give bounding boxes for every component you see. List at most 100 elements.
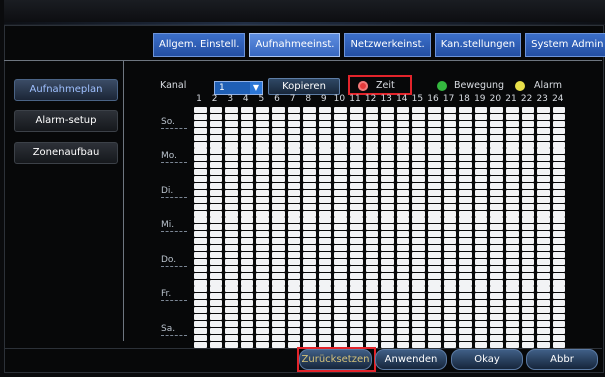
schedule-cell[interactable] (396, 196, 410, 203)
schedule-cell[interactable] (428, 189, 441, 196)
schedule-cell[interactable] (552, 127, 566, 134)
schedule-cell[interactable] (537, 113, 550, 120)
schedule-cell[interactable] (287, 293, 301, 300)
schedule-cell[interactable] (490, 176, 503, 182)
schedule-cell[interactable] (428, 196, 441, 203)
schedule-cell[interactable] (381, 127, 394, 134)
tab-network-settings[interactable]: Netzwerkeinst. (344, 33, 431, 57)
schedule-cell[interactable] (303, 210, 316, 217)
schedule-cell[interactable] (350, 231, 363, 238)
schedule-cell[interactable] (225, 162, 238, 169)
schedule-cell[interactable] (209, 245, 223, 251)
schedule-cell[interactable] (537, 286, 550, 293)
schedule-cell[interactable] (287, 327, 301, 334)
schedule-cell[interactable] (381, 307, 394, 314)
tab-channel-settings[interactable]: Kan.stellungen (434, 33, 522, 57)
schedule-cell[interactable] (256, 203, 269, 210)
schedule-cell[interactable] (396, 314, 410, 320)
schedule-cell[interactable] (318, 210, 332, 217)
schedule-cell[interactable] (287, 182, 301, 189)
schedule-cell[interactable] (350, 120, 363, 127)
schedule-cell[interactable] (287, 203, 301, 210)
schedule-cell[interactable] (225, 334, 238, 341)
schedule-cell[interactable] (287, 217, 301, 224)
schedule-cell[interactable] (240, 286, 254, 293)
schedule-cell[interactable] (240, 155, 254, 162)
schedule-cell[interactable] (194, 182, 207, 189)
schedule-cell[interactable] (365, 272, 379, 279)
schedule-cell[interactable] (396, 107, 410, 113)
schedule-cell[interactable] (209, 176, 223, 182)
schedule-cell[interactable] (490, 217, 503, 224)
schedule-cell[interactable] (428, 334, 441, 341)
schedule-cell[interactable] (256, 210, 269, 217)
schedule-cell[interactable] (272, 203, 285, 210)
schedule-cell[interactable] (318, 217, 332, 224)
schedule-cell[interactable] (334, 251, 347, 258)
schedule-cell[interactable] (350, 189, 363, 196)
sidebar-item-zone-setup[interactable]: Zonenaufbau (14, 142, 118, 164)
schedule-cell[interactable] (318, 224, 332, 231)
schedule-cell[interactable] (240, 210, 254, 217)
schedule-cell[interactable] (225, 176, 238, 182)
schedule-cell[interactable] (428, 251, 441, 258)
schedule-cell[interactable] (396, 231, 410, 238)
schedule-cell[interactable] (287, 169, 301, 176)
schedule-cell[interactable] (303, 238, 316, 245)
schedule-cell[interactable] (365, 120, 379, 127)
schedule-cell[interactable] (459, 272, 472, 279)
schedule-cell[interactable] (256, 113, 269, 120)
cancel-button[interactable]: Abbr (526, 349, 598, 370)
schedule-cell[interactable] (443, 238, 457, 245)
schedule-cell[interactable] (303, 182, 316, 189)
schedule-cell[interactable] (506, 258, 519, 265)
schedule-cell[interactable] (225, 224, 238, 231)
schedule-cell[interactable] (365, 169, 379, 176)
schedule-cell[interactable] (537, 334, 550, 341)
schedule-cell[interactable] (552, 286, 566, 293)
schedule-cell[interactable] (225, 210, 238, 217)
schedule-cell[interactable] (240, 141, 254, 148)
schedule-cell[interactable] (318, 155, 332, 162)
schedule-cell[interactable] (443, 162, 457, 169)
schedule-cell[interactable] (396, 327, 410, 334)
schedule-cell[interactable] (474, 217, 488, 224)
schedule-cell[interactable] (350, 113, 363, 120)
schedule-cell[interactable] (474, 224, 488, 231)
schedule-cell[interactable] (240, 113, 254, 120)
schedule-cell[interactable] (428, 293, 441, 300)
schedule-cell[interactable] (521, 182, 535, 189)
schedule-cell[interactable] (287, 189, 301, 196)
schedule-cell[interactable] (443, 245, 457, 251)
schedule-cell[interactable] (443, 196, 457, 203)
schedule-cell[interactable] (350, 210, 363, 217)
schedule-cell[interactable] (490, 320, 503, 327)
schedule-cell[interactable] (303, 155, 316, 162)
schedule-cell[interactable] (287, 224, 301, 231)
schedule-cell[interactable] (490, 113, 503, 120)
schedule-cell[interactable] (303, 245, 316, 251)
schedule-cell[interactable] (318, 258, 332, 265)
schedule-cell[interactable] (490, 265, 503, 272)
schedule-cell[interactable] (194, 286, 207, 293)
schedule-cell[interactable] (318, 162, 332, 169)
schedule-cell[interactable] (303, 293, 316, 300)
schedule-cell[interactable] (318, 231, 332, 238)
schedule-cell[interactable] (240, 238, 254, 245)
schedule-cell[interactable] (209, 155, 223, 162)
schedule-cell[interactable] (552, 341, 566, 348)
apply-button[interactable]: Anwenden (375, 349, 447, 370)
schedule-cell[interactable] (396, 251, 410, 258)
schedule-cell[interactable] (194, 169, 207, 176)
schedule-cell[interactable] (428, 224, 441, 231)
schedule-cell[interactable] (350, 314, 363, 320)
schedule-cell[interactable] (303, 127, 316, 134)
schedule-cell[interactable] (474, 258, 488, 265)
schedule-cell[interactable] (194, 203, 207, 210)
schedule-cell[interactable] (474, 169, 488, 176)
schedule-cell[interactable] (443, 148, 457, 155)
schedule-cell[interactable] (506, 176, 519, 182)
schedule-cell[interactable] (521, 341, 535, 348)
sidebar-item-recording-schedule[interactable]: Aufnahmeplan (14, 79, 118, 101)
schedule-cell[interactable] (318, 134, 332, 141)
